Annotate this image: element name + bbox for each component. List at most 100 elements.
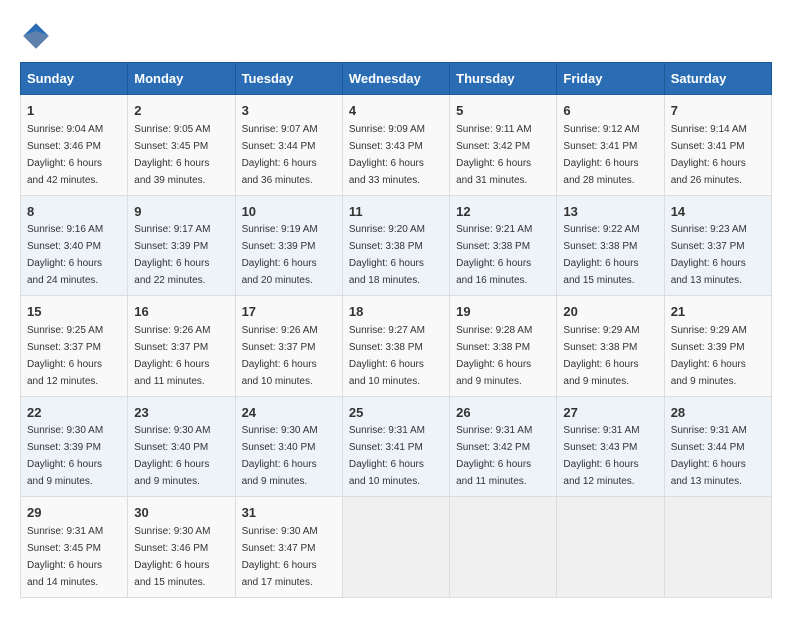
day-number: 23 xyxy=(134,403,228,423)
day-number: 16 xyxy=(134,302,228,322)
calendar-cell: 10 Sunrise: 9:19 AM Sunset: 3:39 PM Dayl… xyxy=(235,195,342,296)
calendar-cell: 17 Sunrise: 9:26 AM Sunset: 3:37 PM Dayl… xyxy=(235,296,342,397)
week-row-2: 8 Sunrise: 9:16 AM Sunset: 3:40 PM Dayli… xyxy=(21,195,772,296)
calendar-cell: 15 Sunrise: 9:25 AM Sunset: 3:37 PM Dayl… xyxy=(21,296,128,397)
week-row-3: 15 Sunrise: 9:25 AM Sunset: 3:37 PM Dayl… xyxy=(21,296,772,397)
header-row: SundayMondayTuesdayWednesdayThursdayFrid… xyxy=(21,63,772,95)
day-number: 25 xyxy=(349,403,443,423)
day-number: 5 xyxy=(456,101,550,121)
header-wednesday: Wednesday xyxy=(342,63,449,95)
day-number: 6 xyxy=(563,101,657,121)
calendar-cell: 28 Sunrise: 9:31 AM Sunset: 3:44 PM Dayl… xyxy=(664,396,771,497)
calendar-cell: 7 Sunrise: 9:14 AM Sunset: 3:41 PM Dayli… xyxy=(664,95,771,196)
calendar-cell: 21 Sunrise: 9:29 AM Sunset: 3:39 PM Dayl… xyxy=(664,296,771,397)
day-info: Sunrise: 9:31 AM Sunset: 3:43 PM Dayligh… xyxy=(563,425,639,487)
week-row-4: 22 Sunrise: 9:30 AM Sunset: 3:39 PM Dayl… xyxy=(21,396,772,497)
calendar-cell: 18 Sunrise: 9:27 AM Sunset: 3:38 PM Dayl… xyxy=(342,296,449,397)
calendar-cell: 19 Sunrise: 9:28 AM Sunset: 3:38 PM Dayl… xyxy=(450,296,557,397)
day-info: Sunrise: 9:28 AM Sunset: 3:38 PM Dayligh… xyxy=(456,325,532,387)
logo xyxy=(20,20,56,52)
day-info: Sunrise: 9:29 AM Sunset: 3:38 PM Dayligh… xyxy=(563,325,639,387)
calendar-cell: 31 Sunrise: 9:30 AM Sunset: 3:47 PM Dayl… xyxy=(235,497,342,598)
header-saturday: Saturday xyxy=(664,63,771,95)
calendar-cell: 24 Sunrise: 9:30 AM Sunset: 3:40 PM Dayl… xyxy=(235,396,342,497)
calendar-cell: 16 Sunrise: 9:26 AM Sunset: 3:37 PM Dayl… xyxy=(128,296,235,397)
day-number: 29 xyxy=(27,503,121,523)
day-number: 1 xyxy=(27,101,121,121)
day-info: Sunrise: 9:25 AM Sunset: 3:37 PM Dayligh… xyxy=(27,325,103,387)
day-info: Sunrise: 9:30 AM Sunset: 3:47 PM Dayligh… xyxy=(242,526,318,588)
calendar-cell: 29 Sunrise: 9:31 AM Sunset: 3:45 PM Dayl… xyxy=(21,497,128,598)
calendar-cell: 3 Sunrise: 9:07 AM Sunset: 3:44 PM Dayli… xyxy=(235,95,342,196)
calendar-cell: 14 Sunrise: 9:23 AM Sunset: 3:37 PM Dayl… xyxy=(664,195,771,296)
day-info: Sunrise: 9:22 AM Sunset: 3:38 PM Dayligh… xyxy=(563,224,639,286)
calendar-cell xyxy=(342,497,449,598)
calendar-cell xyxy=(450,497,557,598)
calendar-cell: 22 Sunrise: 9:30 AM Sunset: 3:39 PM Dayl… xyxy=(21,396,128,497)
day-number: 3 xyxy=(242,101,336,121)
day-info: Sunrise: 9:11 AM Sunset: 3:42 PM Dayligh… xyxy=(456,124,531,186)
calendar-cell: 25 Sunrise: 9:31 AM Sunset: 3:41 PM Dayl… xyxy=(342,396,449,497)
day-info: Sunrise: 9:17 AM Sunset: 3:39 PM Dayligh… xyxy=(134,224,210,286)
calendar-cell: 30 Sunrise: 9:30 AM Sunset: 3:46 PM Dayl… xyxy=(128,497,235,598)
day-number: 21 xyxy=(671,302,765,322)
header-sunday: Sunday xyxy=(21,63,128,95)
day-number: 10 xyxy=(242,202,336,222)
calendar-cell: 1 Sunrise: 9:04 AM Sunset: 3:46 PM Dayli… xyxy=(21,95,128,196)
day-number: 15 xyxy=(27,302,121,322)
day-number: 11 xyxy=(349,202,443,222)
day-info: Sunrise: 9:09 AM Sunset: 3:43 PM Dayligh… xyxy=(349,124,425,186)
day-info: Sunrise: 9:30 AM Sunset: 3:40 PM Dayligh… xyxy=(134,425,210,487)
day-info: Sunrise: 9:26 AM Sunset: 3:37 PM Dayligh… xyxy=(242,325,318,387)
calendar-cell: 2 Sunrise: 9:05 AM Sunset: 3:45 PM Dayli… xyxy=(128,95,235,196)
day-info: Sunrise: 9:29 AM Sunset: 3:39 PM Dayligh… xyxy=(671,325,747,387)
day-number: 22 xyxy=(27,403,121,423)
day-info: Sunrise: 9:31 AM Sunset: 3:45 PM Dayligh… xyxy=(27,526,103,588)
day-info: Sunrise: 9:07 AM Sunset: 3:44 PM Dayligh… xyxy=(242,124,318,186)
day-info: Sunrise: 9:31 AM Sunset: 3:41 PM Dayligh… xyxy=(349,425,425,487)
day-info: Sunrise: 9:30 AM Sunset: 3:40 PM Dayligh… xyxy=(242,425,318,487)
day-info: Sunrise: 9:27 AM Sunset: 3:38 PM Dayligh… xyxy=(349,325,425,387)
header-thursday: Thursday xyxy=(450,63,557,95)
header-monday: Monday xyxy=(128,63,235,95)
calendar-cell: 20 Sunrise: 9:29 AM Sunset: 3:38 PM Dayl… xyxy=(557,296,664,397)
day-info: Sunrise: 9:23 AM Sunset: 3:37 PM Dayligh… xyxy=(671,224,747,286)
day-number: 19 xyxy=(456,302,550,322)
day-info: Sunrise: 9:14 AM Sunset: 3:41 PM Dayligh… xyxy=(671,124,747,186)
calendar-cell: 26 Sunrise: 9:31 AM Sunset: 3:42 PM Dayl… xyxy=(450,396,557,497)
day-number: 20 xyxy=(563,302,657,322)
day-number: 18 xyxy=(349,302,443,322)
day-info: Sunrise: 9:04 AM Sunset: 3:46 PM Dayligh… xyxy=(27,124,103,186)
day-info: Sunrise: 9:21 AM Sunset: 3:38 PM Dayligh… xyxy=(456,224,532,286)
day-number: 14 xyxy=(671,202,765,222)
day-info: Sunrise: 9:16 AM Sunset: 3:40 PM Dayligh… xyxy=(27,224,103,286)
day-info: Sunrise: 9:20 AM Sunset: 3:38 PM Dayligh… xyxy=(349,224,425,286)
day-number: 4 xyxy=(349,101,443,121)
logo-icon xyxy=(20,20,52,52)
day-number: 13 xyxy=(563,202,657,222)
day-number: 17 xyxy=(242,302,336,322)
calendar-cell: 5 Sunrise: 9:11 AM Sunset: 3:42 PM Dayli… xyxy=(450,95,557,196)
day-info: Sunrise: 9:30 AM Sunset: 3:46 PM Dayligh… xyxy=(134,526,210,588)
day-number: 31 xyxy=(242,503,336,523)
day-info: Sunrise: 9:19 AM Sunset: 3:39 PM Dayligh… xyxy=(242,224,318,286)
day-number: 24 xyxy=(242,403,336,423)
calendar-table: SundayMondayTuesdayWednesdayThursdayFrid… xyxy=(20,62,772,598)
week-row-1: 1 Sunrise: 9:04 AM Sunset: 3:46 PM Dayli… xyxy=(21,95,772,196)
calendar-cell: 11 Sunrise: 9:20 AM Sunset: 3:38 PM Dayl… xyxy=(342,195,449,296)
day-number: 26 xyxy=(456,403,550,423)
day-number: 27 xyxy=(563,403,657,423)
day-number: 8 xyxy=(27,202,121,222)
day-number: 7 xyxy=(671,101,765,121)
calendar-cell xyxy=(557,497,664,598)
calendar-cell: 8 Sunrise: 9:16 AM Sunset: 3:40 PM Dayli… xyxy=(21,195,128,296)
day-info: Sunrise: 9:05 AM Sunset: 3:45 PM Dayligh… xyxy=(134,124,210,186)
calendar-cell: 9 Sunrise: 9:17 AM Sunset: 3:39 PM Dayli… xyxy=(128,195,235,296)
day-info: Sunrise: 9:30 AM Sunset: 3:39 PM Dayligh… xyxy=(27,425,103,487)
calendar-cell xyxy=(664,497,771,598)
day-info: Sunrise: 9:26 AM Sunset: 3:37 PM Dayligh… xyxy=(134,325,210,387)
week-row-5: 29 Sunrise: 9:31 AM Sunset: 3:45 PM Dayl… xyxy=(21,497,772,598)
calendar-cell: 13 Sunrise: 9:22 AM Sunset: 3:38 PM Dayl… xyxy=(557,195,664,296)
calendar-cell: 12 Sunrise: 9:21 AM Sunset: 3:38 PM Dayl… xyxy=(450,195,557,296)
day-info: Sunrise: 9:31 AM Sunset: 3:42 PM Dayligh… xyxy=(456,425,532,487)
